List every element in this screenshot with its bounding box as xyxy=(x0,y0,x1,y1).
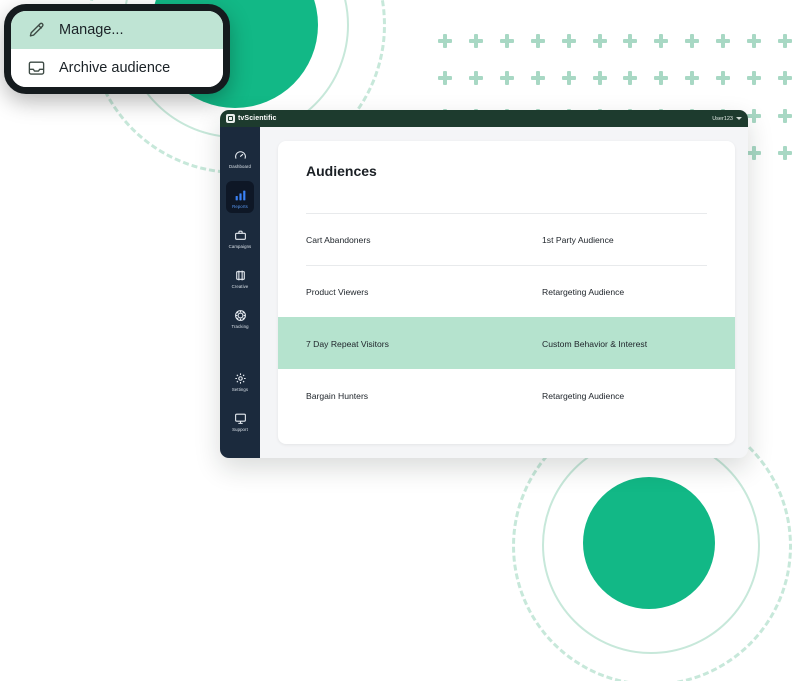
pencil-icon xyxy=(27,21,46,40)
sidebar-item-dashboard[interactable]: Dashboard xyxy=(220,141,260,177)
audience-type: Custom Behavior & Interest xyxy=(542,338,648,349)
crop-icon xyxy=(234,269,247,282)
brand-logo: tvScientific xyxy=(226,114,277,123)
menu-item-label: Archive audience xyxy=(59,60,171,76)
sidebar-item-campaigns[interactable]: Campaigns xyxy=(220,221,260,257)
menu-item-manage[interactable]: Manage... xyxy=(11,11,223,49)
audiences-card: Audiences Cart Abandoners 1st Party Audie… xyxy=(278,141,735,444)
audience-name: Product Viewers xyxy=(306,286,369,297)
plus-mark-icon xyxy=(500,33,515,48)
context-menu[interactable]: Manage... Archive audience xyxy=(4,4,230,94)
menu-item-label: Manage... xyxy=(59,22,124,38)
plus-mark-icon xyxy=(623,33,638,48)
audiences-table: Cart Abandoners 1st Party Audience Product… xyxy=(278,213,735,421)
table-row[interactable]: Bargain Hunters Retargeting Audience xyxy=(306,369,707,421)
plus-mark-icon xyxy=(777,108,792,123)
sidebar-item-reports[interactable]: Reports xyxy=(220,181,260,217)
plus-mark-icon xyxy=(685,71,700,86)
audience-type: Retargeting Audience xyxy=(542,390,625,401)
briefcase-icon xyxy=(234,229,247,242)
sidebar-item-support[interactable]: Support xyxy=(220,404,260,440)
app-window: tvScientific User123 Dashboard Reports Cam… xyxy=(220,110,748,458)
plus-mark-icon xyxy=(592,71,607,86)
sidebar-item-label: Support xyxy=(232,427,248,432)
plus-mark-icon xyxy=(530,71,545,86)
app-topbar: tvScientific User123 xyxy=(220,110,748,127)
plus-mark-icon xyxy=(438,71,453,86)
audience-name: 7 Day Repeat Visitors xyxy=(306,338,389,349)
screenshot-root: tvScientific User123 Dashboard Reports Cam… xyxy=(0,0,811,681)
plus-mark-icon xyxy=(438,33,453,48)
user-name: User123 xyxy=(712,115,733,122)
plus-mark-icon xyxy=(561,33,576,48)
table-row[interactable]: 7 Day Repeat Visitors Custom Behavior & I… xyxy=(278,317,735,369)
plus-mark-icon xyxy=(777,71,792,86)
audience-type: Retargeting Audience xyxy=(542,286,625,297)
plus-mark-icon xyxy=(746,146,761,161)
user-menu[interactable]: User123 xyxy=(712,116,742,122)
gear-icon xyxy=(234,372,247,385)
page-title: Audiences xyxy=(306,163,377,179)
sidebar-item-label: Reports xyxy=(232,204,248,209)
audience-type: 1st Party Audience xyxy=(542,234,614,245)
plus-mark-icon xyxy=(530,33,545,48)
sidebar-item-label: Campaigns xyxy=(228,244,252,249)
app-sidebar: Dashboard Reports Campaigns Creative Trackin… xyxy=(220,127,260,458)
plus-mark-icon xyxy=(561,71,576,86)
plus-mark-icon xyxy=(500,71,515,86)
sidebar-item-label: Dashboard xyxy=(229,164,251,169)
plus-mark-icon xyxy=(685,33,700,48)
table-row[interactable]: Cart Abandoners 1st Party Audience xyxy=(306,213,707,265)
plus-mark-icon xyxy=(592,33,607,48)
sidebar-item-creative[interactable]: Creative xyxy=(220,261,260,297)
plus-mark-icon xyxy=(469,33,484,48)
sidebar-item-label: Tracking xyxy=(231,324,249,329)
menu-item-archive-audience[interactable]: Archive audience xyxy=(11,49,223,87)
plus-mark-icon xyxy=(469,71,484,86)
target-icon xyxy=(234,309,247,322)
audience-name: Bargain Hunters xyxy=(306,390,369,401)
plus-mark-icon xyxy=(715,33,730,48)
sidebar-item-label: Settings xyxy=(231,387,249,392)
audience-name: Cart Abandoners xyxy=(306,234,371,245)
sidebar-item-label: Creative xyxy=(231,284,249,289)
plus-mark-icon xyxy=(777,146,792,161)
sidebar-item-tracking[interactable]: Tracking xyxy=(220,301,260,337)
sidebar-item-settings[interactable]: Settings xyxy=(220,364,260,400)
tvscientific-logo-icon xyxy=(226,114,235,123)
plus-mark-icon xyxy=(746,33,761,48)
plus-mark-icon xyxy=(654,71,669,86)
bar-chart-icon xyxy=(234,189,247,202)
plus-mark-icon xyxy=(715,71,730,86)
table-row[interactable]: Product Viewers Retargeting Audience xyxy=(306,265,707,317)
plus-mark-icon xyxy=(777,33,792,48)
monitor-icon xyxy=(234,412,247,425)
plus-mark-icon xyxy=(746,108,761,123)
chevron-down-icon xyxy=(736,117,742,120)
plus-mark-icon xyxy=(623,71,638,86)
plus-mark-icon xyxy=(654,33,669,48)
gauge-icon xyxy=(234,149,247,162)
archive-icon xyxy=(27,59,46,78)
plus-mark-icon xyxy=(746,71,761,86)
app-content-area: Audiences Cart Abandoners 1st Party Audie… xyxy=(260,127,748,458)
brand-name: tvScientific xyxy=(238,115,277,122)
